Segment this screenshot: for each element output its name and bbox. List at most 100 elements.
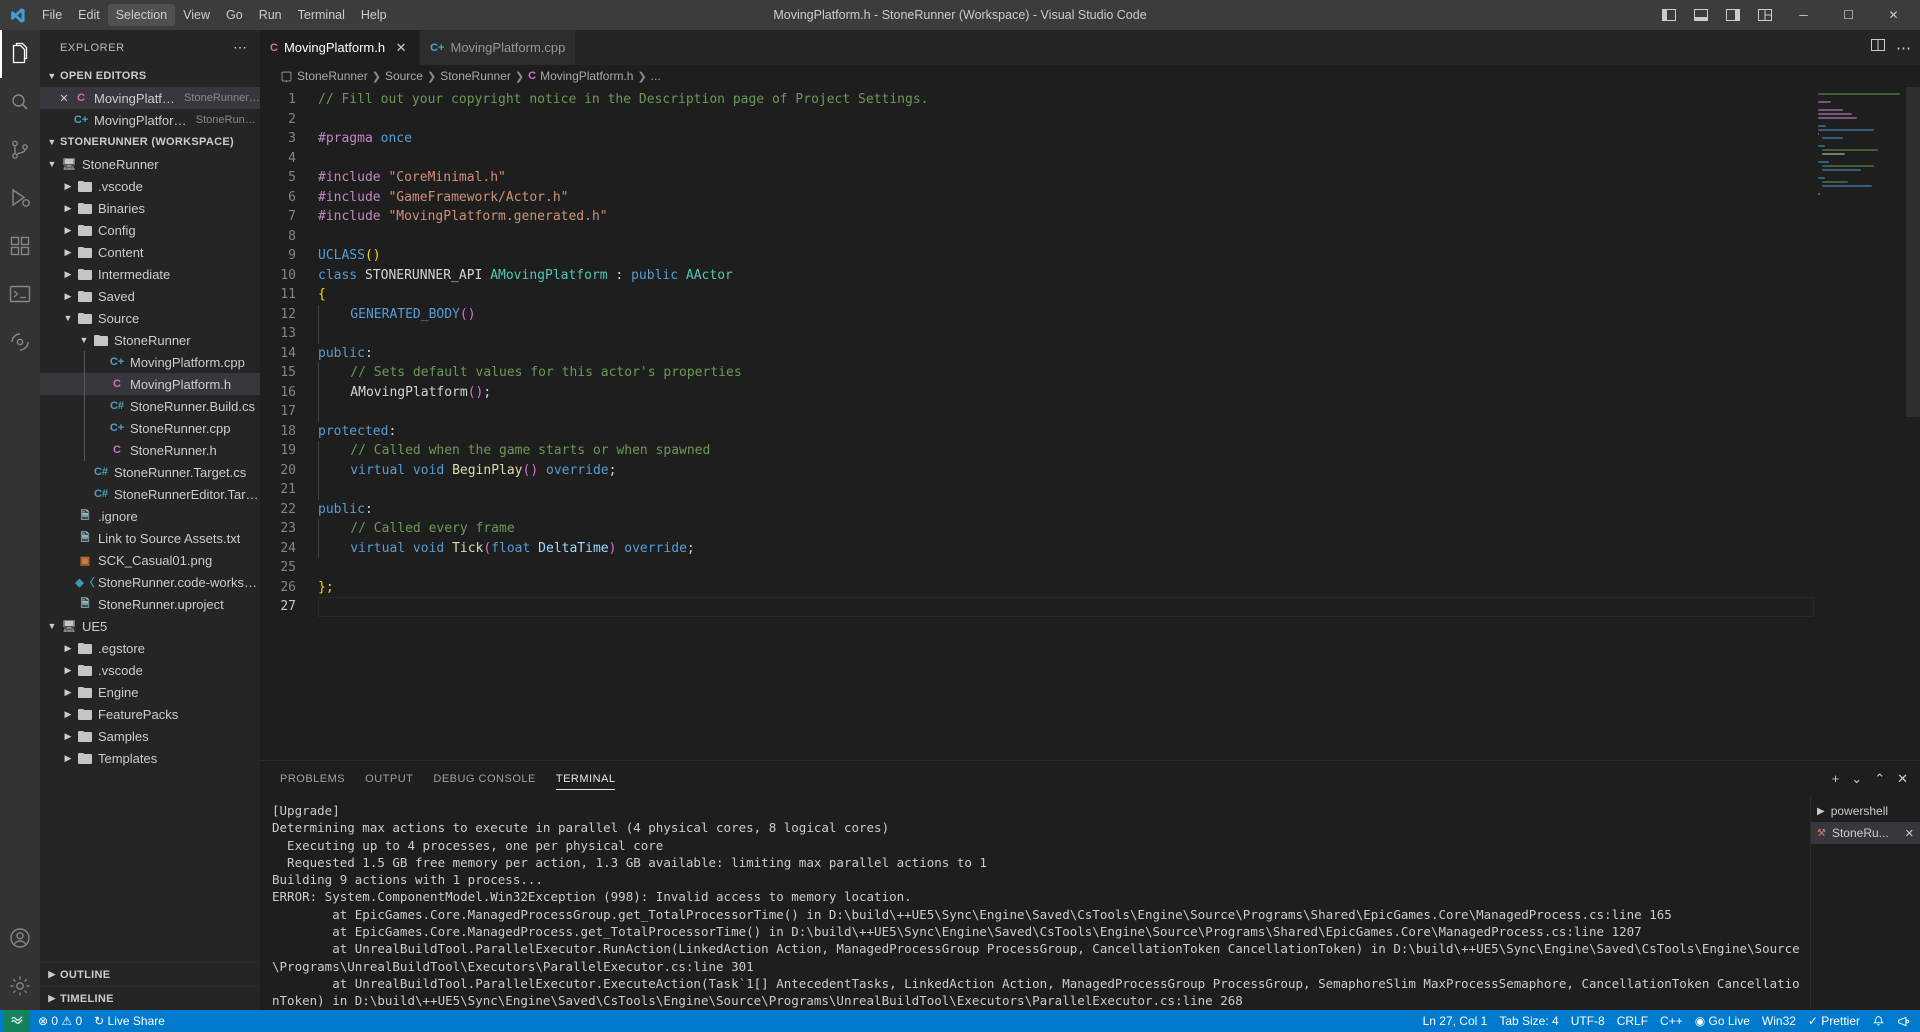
status-problems[interactable]: ⊗ 0 ⚠ 0 bbox=[32, 1010, 88, 1032]
activity-run-debug[interactable] bbox=[0, 174, 40, 222]
menu-selection[interactable]: Selection bbox=[108, 4, 175, 26]
code-line[interactable]: 11{ bbox=[260, 285, 1920, 305]
code-line[interactable]: 5#include "CoreMinimal.h" bbox=[260, 168, 1920, 188]
menu-help[interactable]: Help bbox=[353, 4, 395, 26]
open-editor-item-1[interactable]: C+ MovingPlatform.cpp StoneRunner ... bbox=[40, 109, 260, 131]
tab-terminal[interactable]: TERMINAL bbox=[556, 761, 616, 796]
tree-item-config[interactable]: ▶Config bbox=[40, 219, 260, 241]
code-line[interactable]: 10class STONERUNNER_API AMovingPlatform … bbox=[260, 266, 1920, 286]
code-line[interactable]: 13 bbox=[260, 324, 1920, 344]
code-line[interactable]: 4 bbox=[260, 149, 1920, 169]
status-eol[interactable]: CRLF bbox=[1611, 1010, 1654, 1032]
new-terminal-icon[interactable]: + bbox=[1832, 771, 1840, 786]
close-panel-icon[interactable]: ✕ bbox=[1897, 771, 1908, 787]
code-line[interactable]: 23 // Called every frame bbox=[260, 519, 1920, 539]
code-line[interactable]: 20 virtual void BeginPlay() override; bbox=[260, 461, 1920, 481]
status-notifications[interactable] bbox=[1866, 1010, 1891, 1032]
tree-item-templates[interactable]: ▶Templates bbox=[40, 747, 260, 769]
breadcrumb-item-0[interactable]: StoneRunner bbox=[297, 69, 368, 83]
section-outline[interactable]: ▶ OUTLINE bbox=[40, 962, 260, 986]
editor-scrollbar-thumb[interactable] bbox=[1906, 87, 1920, 417]
activity-manage-settings[interactable] bbox=[0, 962, 40, 1010]
tree-item-stonerunner[interactable]: ▼🖥StoneRunner bbox=[40, 153, 260, 175]
window-maximize-button[interactable]: ☐ bbox=[1826, 0, 1871, 30]
code-line[interactable]: 22public: bbox=[260, 500, 1920, 520]
breadcrumb-item-1[interactable]: Source bbox=[385, 69, 423, 83]
code-line[interactable]: 18protected: bbox=[260, 422, 1920, 442]
tree-item--ignore[interactable]: ▶🗎.ignore bbox=[40, 505, 260, 527]
tab-movingplatform-cpp[interactable]: C+ MovingPlatform.cpp bbox=[420, 30, 576, 65]
code-line[interactable]: 14public: bbox=[260, 344, 1920, 364]
explorer-tree-scroll[interactable]: ▼ OPEN EDITORS ✕ C MovingPlatform.h Ston… bbox=[40, 65, 260, 962]
code-line[interactable]: 26}; bbox=[260, 578, 1920, 598]
tree-item-binaries[interactable]: ▶Binaries bbox=[40, 197, 260, 219]
tree-item--egstore[interactable]: ▶.egstore bbox=[40, 637, 260, 659]
tree-item-movingplatform-h[interactable]: ▶CMovingPlatform.h bbox=[40, 373, 260, 395]
status-indentation[interactable]: Tab Size: 4 bbox=[1493, 1010, 1564, 1032]
explorer-more-actions-icon[interactable]: ⋯ bbox=[233, 39, 248, 56]
tree-item-movingplatform-cpp[interactable]: ▶C+MovingPlatform.cpp bbox=[40, 351, 260, 373]
tree-item--vscode[interactable]: ▶.vscode bbox=[40, 659, 260, 681]
terminal-output[interactable]: [Upgrade] Determining max actions to exe… bbox=[260, 796, 1810, 1010]
status-cursor-position[interactable]: Ln 27, Col 1 bbox=[1417, 1010, 1494, 1032]
activity-source-control[interactable] bbox=[0, 126, 40, 174]
tab-movingplatform-h[interactable]: C MovingPlatform.h ✕ bbox=[260, 30, 420, 65]
status-platform[interactable]: Win32 bbox=[1756, 1010, 1802, 1032]
tab-debug-console[interactable]: DEBUG CONSOLE bbox=[433, 761, 535, 796]
status-language-mode[interactable]: C++ bbox=[1654, 1010, 1689, 1032]
section-open-editors[interactable]: ▼ OPEN EDITORS bbox=[40, 65, 260, 87]
maximize-panel-icon[interactable]: ⌃ bbox=[1874, 771, 1885, 787]
tree-item-stonerunnereditor-target-cs[interactable]: ▶C#StoneRunnerEditor.Target.cs bbox=[40, 483, 260, 505]
status-live-share[interactable]: ↻ Live Share bbox=[88, 1010, 171, 1032]
tree-item-link-to-source-assets-txt[interactable]: ▶🗎Link to Source Assets.txt bbox=[40, 527, 260, 549]
code-line[interactable]: 24 virtual void Tick(float DeltaTime) ov… bbox=[260, 539, 1920, 559]
editor-viewport[interactable]: 1// Fill out your copyright notice in th… bbox=[260, 87, 1920, 760]
code-line[interactable]: 21 bbox=[260, 480, 1920, 500]
code-line[interactable]: 8 bbox=[260, 227, 1920, 247]
tree-item-intermediate[interactable]: ▶Intermediate bbox=[40, 263, 260, 285]
code-line[interactable]: 9UCLASS() bbox=[260, 246, 1920, 266]
tree-item-samples[interactable]: ▶Samples bbox=[40, 725, 260, 747]
code-line[interactable]: 17 bbox=[260, 402, 1920, 422]
status-go-live[interactable]: ◉ Go Live bbox=[1689, 1010, 1756, 1032]
close-editor-icon[interactable]: ✕ bbox=[56, 92, 72, 105]
tree-item--vscode[interactable]: ▶.vscode bbox=[40, 175, 260, 197]
terminal-kill-icon[interactable]: ✕ bbox=[1905, 827, 1914, 840]
code-line[interactable]: 19 // Called when the game starts or whe… bbox=[260, 441, 1920, 461]
menu-bar[interactable]: File Edit Selection View Go Run Terminal… bbox=[34, 0, 395, 30]
menu-edit[interactable]: Edit bbox=[70, 4, 108, 26]
tree-item-source[interactable]: ▼Source bbox=[40, 307, 260, 329]
breadcrumb-item-2[interactable]: StoneRunner bbox=[440, 69, 511, 83]
activity-extensions[interactable] bbox=[0, 222, 40, 270]
menu-file[interactable]: File bbox=[34, 4, 70, 26]
breadcrumb[interactable]: StoneRunner ❯ Source ❯ StoneRunner ❯ C M… bbox=[260, 65, 1920, 87]
code-content[interactable]: 1// Fill out your copyright notice in th… bbox=[260, 87, 1920, 617]
tree-item-content[interactable]: ▶Content bbox=[40, 241, 260, 263]
workspace-tree[interactable]: ▼🖥StoneRunner▶.vscode▶Binaries▶Config▶Co… bbox=[40, 153, 260, 769]
terminal-profile-dropdown-icon[interactable]: ⌄ bbox=[1851, 771, 1862, 787]
tree-item-stonerunner-target-cs[interactable]: ▶C#StoneRunner.Target.cs bbox=[40, 461, 260, 483]
menu-go[interactable]: Go bbox=[218, 4, 251, 26]
breadcrumb-item-4[interactable]: ... bbox=[651, 69, 661, 83]
menu-view[interactable]: View bbox=[175, 4, 218, 26]
code-line[interactable]: 15 // Sets default values for this actor… bbox=[260, 363, 1920, 383]
tab-problems[interactable]: PROBLEMS bbox=[280, 761, 345, 796]
tree-item-featurepacks[interactable]: ▶FeaturePacks bbox=[40, 703, 260, 725]
toggle-secondary-sidebar-icon[interactable] bbox=[1717, 0, 1749, 30]
tree-item-stonerunner[interactable]: ▼StoneRunner bbox=[40, 329, 260, 351]
activity-remote-terminal[interactable] bbox=[0, 270, 40, 318]
tree-item-stonerunner-uproject[interactable]: ▶🗎StoneRunner.uproject bbox=[40, 593, 260, 615]
window-close-button[interactable]: ✕ bbox=[1871, 0, 1916, 30]
terminal-item-powershell[interactable]: ▶ powershell bbox=[1811, 800, 1920, 822]
breadcrumb-item-3[interactable]: MovingPlatform.h bbox=[540, 69, 633, 83]
toggle-primary-sidebar-icon[interactable] bbox=[1653, 0, 1685, 30]
window-minimize-button[interactable]: ─ bbox=[1781, 0, 1826, 30]
editor-more-actions-icon[interactable]: ⋯ bbox=[1896, 39, 1912, 57]
open-editor-item-0[interactable]: ✕ C MovingPlatform.h StoneRunner • S... bbox=[40, 87, 260, 109]
section-workspace[interactable]: ▼ STONERUNNER (WORKSPACE) bbox=[40, 131, 260, 153]
activity-live-share[interactable] bbox=[0, 318, 40, 366]
editor-scrollbar[interactable] bbox=[1906, 87, 1920, 760]
customize-layout-icon[interactable] bbox=[1749, 0, 1781, 30]
section-timeline[interactable]: ▶ TIMELINE bbox=[40, 986, 260, 1010]
code-line[interactable]: 16 AMovingPlatform(); bbox=[260, 383, 1920, 403]
